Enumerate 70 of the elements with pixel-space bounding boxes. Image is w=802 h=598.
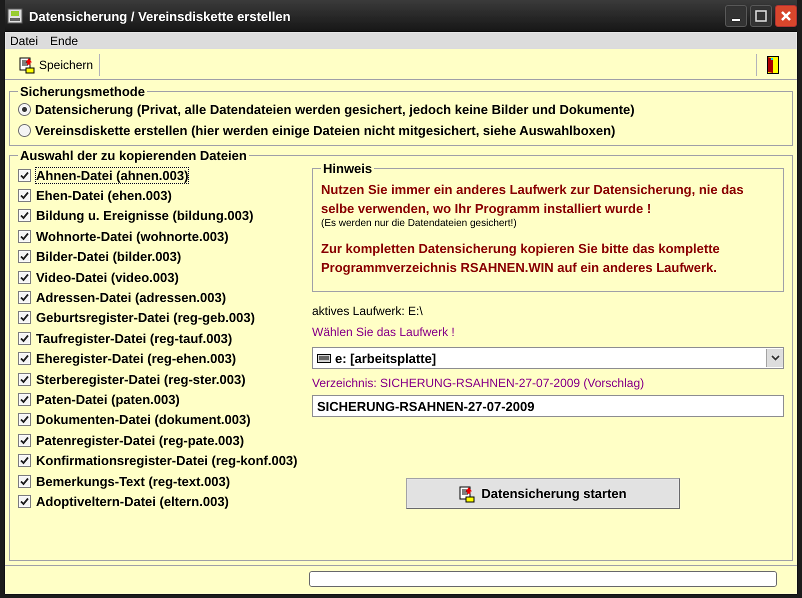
drive-prompt: Wählen Sie das Laufwerk ! <box>312 325 456 339</box>
dropdown-value: e: [arbeitsplatte] <box>335 350 438 366</box>
checkbox[interactable] <box>18 250 31 264</box>
checkbox[interactable] <box>18 352 31 366</box>
menu-item[interactable]: Datei <box>10 34 38 48</box>
checkbox-label[interactable]: Ehen-Datei (ehen.003) <box>35 187 173 204</box>
checkbox[interactable] <box>18 189 31 202</box>
checkbox-label[interactable]: Paten-Datei (paten.003) <box>35 390 181 408</box>
start-backup-button[interactable]: Datensicherung starten <box>406 478 680 509</box>
checkbox-label[interactable]: Video-Datei (video.003) <box>35 268 180 286</box>
hint-title: Hinweis <box>322 161 374 176</box>
checkbox[interactable] <box>18 474 31 488</box>
checkbox[interactable] <box>18 434 31 447</box>
save-document-icon <box>459 484 478 502</box>
checkbox-label[interactable]: Adressen-Datei (adressen.003) <box>35 289 228 306</box>
checkbox-label[interactable]: Wohnorte-Datei (wohnorte.003) <box>35 228 230 245</box>
checkbox[interactable] <box>18 413 31 426</box>
drive-dropdown[interactable]: e: [arbeitsplatte] <box>312 347 784 369</box>
close-icon <box>780 10 792 22</box>
checkbox[interactable] <box>18 291 31 304</box>
radio-option[interactable]: Datensicherung (Privat, alle Datendateien werden gesichert, jedoch keine Bilder und Dokumente) <box>18 99 784 120</box>
group-title: Auswahl der zu kopierenden Dateien <box>19 148 248 163</box>
menu-item[interactable]: Ende <box>50 34 78 48</box>
checkbox[interactable] <box>18 270 31 284</box>
checkbox[interactable] <box>18 332 31 345</box>
checkbox-label[interactable]: Sterberegister-Datei (reg-ster.003) <box>35 370 247 388</box>
checkbox-label[interactable]: Taufregister-Datei (reg-tauf.003) <box>35 330 234 347</box>
checkbox[interactable] <box>18 209 31 222</box>
dropdown-arrow-button[interactable] <box>766 349 783 367</box>
close-button[interactable] <box>775 5 797 27</box>
checkbox-label[interactable]: Ahnen-Datei (ahnen.003) <box>35 166 190 184</box>
radio-button[interactable] <box>18 124 31 137</box>
checkbox-label[interactable]: Konfirmationsregister-Datei (reg-konf.003) <box>35 452 298 470</box>
checkbox[interactable] <box>18 230 31 243</box>
checkbox-label[interactable]: Geburtsregister-Datei (reg-geb.003) <box>35 309 256 326</box>
minimize-icon <box>732 19 740 21</box>
directory-input[interactable]: SICHERUNG-RSAHNEN-27-07-2009 <box>312 395 784 417</box>
minimize-button[interactable] <box>725 5 747 27</box>
checkbox-label[interactable]: Eheregister-Datei (reg-ehen.003) <box>35 350 238 368</box>
checkbox[interactable] <box>18 168 31 182</box>
maximize-button[interactable] <box>750 5 772 27</box>
advice-text: Zur kompletten Datensicherung kopieren Sie bitte das komplette Programmverzeichnis RSAHNEN.WIN auf ein anderes Laufwerk. <box>321 240 721 277</box>
checkbox[interactable] <box>18 454 31 468</box>
window-title: Datensicherung / Vereinsdiskette erstellen <box>29 8 291 24</box>
radio-label: Vereinsdiskette erstellen (hier werden einige Dateien nicht mitgesichert, siehe Auswahlboxen) <box>35 123 616 138</box>
radio-option[interactable]: Vereinsdiskette erstellen (hier werden einige Dateien nicht mitgesichert, siehe Auswahlboxen) <box>18 120 784 141</box>
save-button[interactable]: Speichern <box>13 54 100 76</box>
checkbox-label[interactable]: Bilder-Datei (bilder.003) <box>35 248 182 266</box>
checkbox[interactable] <box>18 392 31 406</box>
save-document-icon <box>19 56 37 74</box>
warning-text: Nutzen Sie immer ein anderes Laufwerk zur Datensicherung, nie das selbe verwenden, wo Ihr Programm installiert wurde ! <box>321 181 745 218</box>
app-icon <box>7 8 23 24</box>
checkbox-label[interactable]: Adoptiveltern-Datei (eltern.003) <box>35 492 230 510</box>
radio-button[interactable] <box>18 103 31 116</box>
checkbox[interactable] <box>18 311 31 324</box>
drive-icon <box>317 354 331 362</box>
checkbox-label[interactable]: Bemerkungs-Text (reg-text.003) <box>35 472 232 490</box>
checkbox-label[interactable]: Dokumenten-Datei (dokument.003) <box>35 411 252 428</box>
group-title: Sicherungsmethode <box>19 84 146 99</box>
door-icon <box>767 56 779 74</box>
radio-label: Datensicherung (Privat, alle Datendateien werden gesichert, jedoch keine Bilder und Dokumente) <box>35 102 635 117</box>
note-text: (Es werden nur die Datendateien gesichert!) <box>321 218 518 229</box>
checkbox[interactable] <box>18 372 31 386</box>
checkbox[interactable] <box>18 494 31 508</box>
checkbox-label[interactable]: Patenregister-Datei (reg-pate.003) <box>35 432 246 449</box>
maximize-icon <box>755 10 767 22</box>
active-drive-label: aktives Laufwerk: E:\ <box>312 304 424 318</box>
checkbox-label[interactable]: Bildung u. Ereignisse (bildung.003) <box>35 207 254 224</box>
directory-label: Verzeichnis: SICHERUNG-RSAHNEN-27-07-2009 (Vorschlag) <box>312 376 646 390</box>
chevron-down-icon <box>770 355 780 361</box>
